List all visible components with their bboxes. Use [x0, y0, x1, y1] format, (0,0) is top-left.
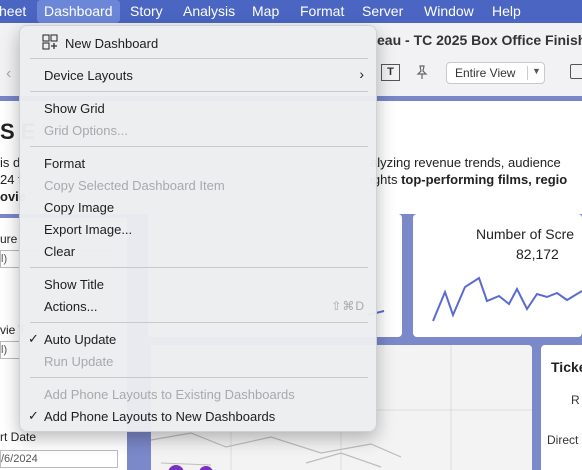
date-input[interactable]: /6/2024: [0, 450, 118, 468]
menu-item-shortcut: ⇧⌘D: [331, 299, 365, 313]
submenu-arrow-icon: ›: [359, 66, 364, 82]
chevron-down-icon: ▼: [532, 66, 541, 76]
ticket-row-label: R: [571, 393, 580, 407]
menu-item-label: Grid Options...: [44, 123, 128, 138]
description-line: alyzing revenue trends, audience: [370, 155, 561, 170]
filter-label: ure: [0, 232, 18, 246]
description-bold-text: top-performing films, regio: [401, 172, 568, 187]
menu-item-label: Show Grid: [44, 101, 105, 116]
menu-item-label: Copy Image: [44, 200, 115, 215]
menu-item-label: Format: [44, 156, 86, 171]
fit-select-divider: [527, 66, 528, 80]
menu-item-label: Actions...: [44, 299, 98, 314]
menu-item-auto-update[interactable]: ✓ Auto Update: [20, 328, 378, 350]
menu-item-clear[interactable]: Clear: [20, 240, 378, 262]
menu-item-label: Auto Update: [44, 332, 117, 347]
description-line: is d: [0, 155, 21, 170]
menu-story[interactable]: Story: [123, 0, 170, 23]
menu-item-export-image[interactable]: Export Image...: [20, 218, 378, 240]
screens-sparkline: [432, 276, 582, 322]
menu-separator: [30, 322, 368, 323]
menu-separator: [30, 58, 368, 59]
kpi-card-screens[interactable]: Number of Scre 82,172: [413, 214, 582, 337]
fit-select[interactable]: Entire View ▼: [446, 62, 545, 84]
menu-item-label: Copy Selected Dashboard Item: [44, 178, 225, 193]
fit-select-value: Entire View: [455, 66, 516, 80]
dashboard-menu: New Dashboard Device Layouts › Show Grid…: [19, 25, 377, 432]
ticket-card[interactable]: Ticke R Direct: [541, 345, 582, 470]
app-menu-bar: heet Dashboard Story Analysis Map Format…: [0, 0, 582, 23]
menu-item-copy-image[interactable]: Copy Image: [20, 196, 378, 218]
menu-item-add-phone-existing: Add Phone Layouts to Existing Dashboards: [20, 383, 378, 405]
menu-item-label: Clear: [44, 244, 76, 259]
ticket-row-label: Direct: [547, 433, 579, 447]
checkmark-icon: ✓: [28, 331, 39, 346]
window-title: eau - TC 2025 Box Office Finishe: [377, 32, 582, 48]
checkmark-icon: ✓: [28, 408, 39, 423]
menu-item-label: Export Image...: [44, 222, 133, 237]
menu-separator: [30, 146, 368, 147]
menu-help[interactable]: Help: [485, 0, 528, 23]
pin-icon[interactable]: [414, 64, 430, 84]
menu-item-device-layouts[interactable]: Device Layouts ›: [20, 64, 378, 86]
menu-dashboard[interactable]: Dashboard: [37, 0, 120, 23]
menu-item-show-title[interactable]: Show Title: [20, 273, 378, 295]
menu-item-run-update: Run Update: [20, 350, 378, 372]
menu-item-label: New Dashboard: [65, 36, 159, 51]
menu-map[interactable]: Map: [245, 0, 286, 23]
description-line: ights top-performing films, regio: [370, 172, 567, 187]
menu-item-format[interactable]: Format: [20, 152, 378, 174]
new-dashboard-icon: [42, 34, 58, 50]
menu-analysis[interactable]: Analysis: [176, 0, 242, 23]
menu-window[interactable]: Window: [417, 0, 481, 23]
menu-separator: [30, 267, 368, 268]
menu-item-label: Add Phone Layouts to Existing Dashboards: [44, 387, 295, 402]
menu-item-actions[interactable]: Actions... ⇧⌘D: [20, 295, 378, 317]
menu-server[interactable]: Server: [355, 0, 410, 23]
menu-separator: [30, 377, 368, 378]
menu-item-grid-options: Grid Options...: [20, 119, 378, 141]
menu-item-label: Show Title: [44, 277, 104, 292]
back-arrow-icon[interactable]: ‹: [6, 65, 11, 83]
text-format-icon[interactable]: T: [381, 64, 400, 81]
layout-icon[interactable]: [570, 64, 582, 79]
menu-worksheet[interactable]: heet: [0, 0, 33, 23]
menu-separator: [30, 91, 368, 92]
menu-item-add-phone-new[interactable]: ✓ Add Phone Layouts to New Dashboards: [20, 405, 378, 427]
ticket-card-title: Ticke: [551, 359, 582, 375]
menu-format[interactable]: Format: [293, 0, 351, 23]
menu-item-label: Add Phone Layouts to New Dashboards: [44, 409, 276, 424]
menu-item-label: Run Update: [44, 354, 114, 369]
filter-label: rt Date: [0, 430, 37, 444]
menu-item-copy-selected: Copy Selected Dashboard Item: [20, 174, 378, 196]
menu-item-show-grid[interactable]: Show Grid: [20, 97, 378, 119]
menu-item-new-dashboard[interactable]: New Dashboard: [20, 32, 378, 54]
menu-item-label: Device Layouts: [44, 68, 133, 83]
